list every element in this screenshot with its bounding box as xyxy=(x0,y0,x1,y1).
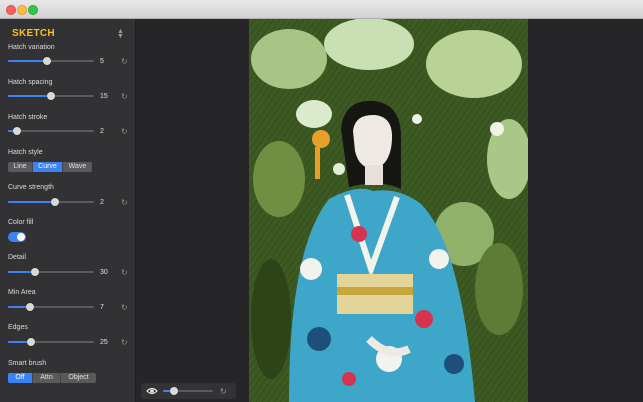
sketch-preview-image xyxy=(249,19,528,402)
window-titlebar xyxy=(0,0,643,19)
slider-knob[interactable] xyxy=(170,387,178,395)
hatch-stroke-value: 2 xyxy=(100,128,104,135)
hatch-spacing-value: 15 xyxy=(100,93,108,100)
overlay-opacity-slider[interactable] xyxy=(163,387,213,395)
eye-icon[interactable] xyxy=(146,386,158,396)
curve-strength-slider[interactable] xyxy=(8,198,94,206)
detail-reset-icon[interactable]: ↻ xyxy=(121,269,128,277)
detail-label: Detail xyxy=(8,254,26,261)
hatch-variation-slider[interactable] xyxy=(8,57,94,65)
hatch-stroke-reset-icon[interactable]: ↻ xyxy=(121,128,128,136)
smart-brush-attn[interactable]: Attn xyxy=(33,373,61,383)
slider-knob[interactable] xyxy=(26,303,35,311)
hatch-stroke-label: Hatch stroke xyxy=(8,114,48,121)
color-fill-toggle[interactable] xyxy=(8,232,26,242)
min-area-value: 7 xyxy=(100,304,104,311)
slider-knob[interactable] xyxy=(42,57,51,65)
edges-reset-icon[interactable]: ↻ xyxy=(121,339,128,347)
minimize-window-button[interactable] xyxy=(17,5,27,15)
min-area-label: Min Area xyxy=(8,289,36,296)
min-area-reset-icon[interactable]: ↻ xyxy=(121,304,128,312)
hatch-variation-value: 5 xyxy=(100,58,104,65)
hatch-style-segmented-control[interactable]: Line Curve Wave xyxy=(8,162,92,172)
hatch-variation-label: Hatch variation xyxy=(8,44,55,51)
hatch-style-wave[interactable]: Wave xyxy=(63,162,92,172)
curve-strength-label: Curve strength xyxy=(8,184,54,191)
hatch-spacing-slider[interactable] xyxy=(8,92,94,100)
edges-value: 25 xyxy=(100,339,108,346)
view-toolbar: ↻ xyxy=(141,383,236,399)
curve-strength-reset-icon[interactable]: ↻ xyxy=(121,199,128,207)
settings-sidebar: SKETCH ▲ ▼ Hatch variation 5 ↻ Hatch spac… xyxy=(0,19,136,402)
hatch-stroke-slider[interactable] xyxy=(8,127,94,135)
up-down-chevron-icon[interactable]: ▲ ▼ xyxy=(117,28,124,40)
edges-slider[interactable] xyxy=(8,338,94,346)
hatch-spacing-reset-icon[interactable]: ↻ xyxy=(121,93,128,101)
hatch-variation-reset-icon[interactable]: ↻ xyxy=(121,58,128,66)
curve-strength-value: 2 xyxy=(100,199,104,206)
color-fill-label: Color fill xyxy=(8,219,34,226)
hatch-style-line[interactable]: Line xyxy=(8,162,33,172)
smart-brush-label: Smart brush xyxy=(8,360,47,367)
close-window-button[interactable] xyxy=(6,5,16,15)
maximize-window-button[interactable] xyxy=(28,5,38,15)
detail-value: 30 xyxy=(100,269,108,276)
slider-knob[interactable] xyxy=(27,338,36,346)
smart-brush-object[interactable]: Object xyxy=(61,373,96,383)
hatch-style-curve[interactable]: Curve xyxy=(33,162,63,172)
hatch-spacing-label: Hatch spacing xyxy=(8,79,53,86)
smart-brush-off[interactable]: Off xyxy=(8,373,33,383)
slider-knob[interactable] xyxy=(12,127,21,135)
reset-icon[interactable]: ↻ xyxy=(220,387,227,396)
panel-title[interactable]: SKETCH xyxy=(12,28,55,39)
detail-slider[interactable] xyxy=(8,268,94,276)
edges-label: Edges xyxy=(8,324,28,331)
slider-knob[interactable] xyxy=(30,268,39,276)
slider-knob[interactable] xyxy=(51,198,60,206)
min-area-slider[interactable] xyxy=(8,303,94,311)
hatch-style-label: Hatch style xyxy=(8,149,43,156)
smart-brush-segmented-control[interactable]: Off Attn Object xyxy=(8,373,96,383)
slider-knob[interactable] xyxy=(47,92,55,100)
